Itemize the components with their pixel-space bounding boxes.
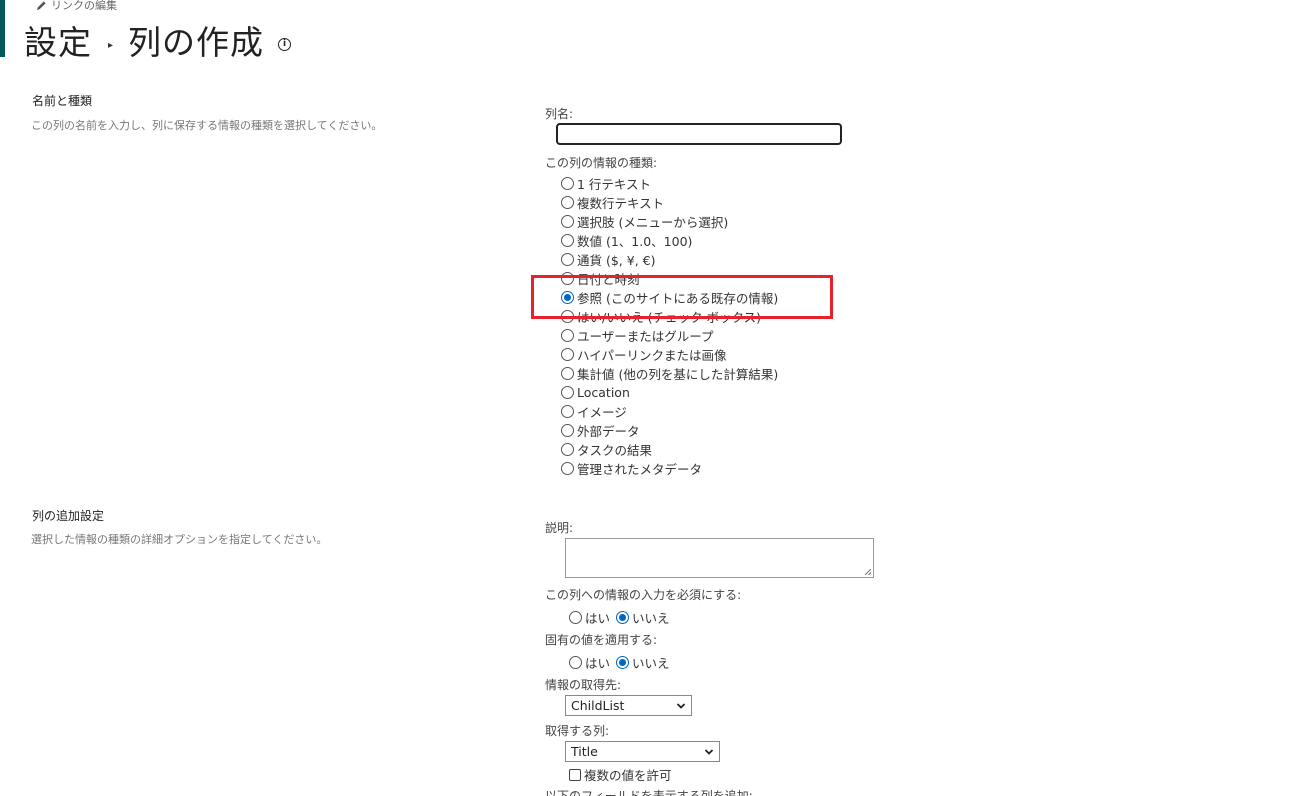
type-option-label: イメージ bbox=[577, 405, 627, 420]
radio-icon bbox=[561, 196, 574, 209]
type-option[interactable]: 1 行テキスト bbox=[561, 174, 778, 193]
type-option[interactable]: Location bbox=[561, 383, 778, 402]
unique-yes-label: はい bbox=[585, 656, 611, 671]
required-label: この列への情報の入力を必須にする: bbox=[545, 588, 742, 602]
required-radio-group: はい いいえ bbox=[569, 608, 676, 627]
info-icon[interactable]: i bbox=[278, 37, 292, 51]
type-option-label: 複数行テキスト bbox=[577, 196, 665, 211]
radio-icon bbox=[561, 215, 574, 228]
chevron-down-icon bbox=[704, 748, 714, 755]
type-option[interactable]: 管理されたメタデータ bbox=[561, 459, 778, 478]
unique-no-radio[interactable]: いいえ bbox=[616, 653, 670, 672]
radio-icon bbox=[561, 310, 574, 323]
edit-links-button[interactable]: リンクの編集 bbox=[36, 0, 117, 13]
description-label: 説明: bbox=[545, 521, 574, 535]
type-option[interactable]: 日付と時刻 bbox=[561, 269, 778, 288]
description-textarea[interactable] bbox=[565, 538, 874, 578]
radio-icon bbox=[569, 611, 582, 624]
column-select[interactable]: Title bbox=[565, 741, 720, 762]
unique-label: 固有の値を適用する: bbox=[545, 633, 658, 647]
type-option[interactable]: タスクの結果 bbox=[561, 440, 778, 459]
type-option[interactable]: ユーザーまたはグループ bbox=[561, 326, 778, 345]
source-select[interactable]: ChildList bbox=[565, 695, 692, 716]
page-title-text: 列の作成 bbox=[128, 23, 265, 62]
radio-icon bbox=[561, 329, 574, 342]
pencil-icon bbox=[36, 0, 46, 10]
type-option-label: タスクの結果 bbox=[577, 443, 653, 458]
unique-yes-radio[interactable]: はい bbox=[569, 653, 610, 672]
type-option-label: 外部データ bbox=[577, 424, 640, 439]
type-option-label: 選択肢 (メニューから選択) bbox=[577, 215, 729, 230]
radio-icon bbox=[561, 234, 574, 247]
radio-icon bbox=[569, 656, 582, 669]
type-option-label: 1 行テキスト bbox=[577, 177, 652, 192]
radio-icon bbox=[561, 348, 574, 361]
radio-selected-icon bbox=[616, 611, 630, 624]
column-select-value: Title bbox=[571, 744, 598, 759]
type-option-label: ハイパーリンクまたは画像 bbox=[577, 348, 727, 363]
source-label: 情報の取得先: bbox=[545, 678, 622, 692]
column-select-label: 取得する列: bbox=[545, 724, 610, 738]
radio-icon bbox=[561, 405, 574, 418]
type-option[interactable]: はい/いいえ (チェック ボックス) bbox=[561, 307, 778, 326]
column-name-input[interactable] bbox=[556, 123, 842, 145]
chevron-down-icon bbox=[676, 702, 686, 709]
allow-multiple-checkbox[interactable]: 複数の値を許可 bbox=[569, 765, 672, 784]
type-option[interactable]: 選択肢 (メニューから選択) bbox=[561, 212, 778, 231]
column-name-label: 列名: bbox=[545, 107, 574, 121]
radio-icon bbox=[561, 443, 574, 456]
breadcrumb-parent[interactable]: 設定 bbox=[24, 16, 92, 64]
type-option-label: はい/いいえ (チェック ボックス) bbox=[577, 310, 762, 325]
type-option[interactable]: ハイパーリンクまたは画像 bbox=[561, 345, 778, 364]
type-option[interactable]: 数値 (1、1.0、100) bbox=[561, 231, 778, 250]
add-fields-label: 以下のフィールドを表示する列を追加: bbox=[545, 789, 753, 796]
radio-icon bbox=[561, 272, 574, 285]
type-option-label: 通貨 ($, ¥, €) bbox=[577, 253, 656, 268]
allow-multiple-label: 複数の値を許可 bbox=[584, 768, 672, 783]
section-title-name-type: 名前と種類 bbox=[32, 94, 93, 108]
required-yes-label: はい bbox=[585, 611, 611, 626]
type-option-label: 集計値 (他の列を基にした計算結果) bbox=[577, 367, 779, 382]
radio-icon bbox=[561, 386, 574, 399]
radio-selected-icon bbox=[616, 656, 630, 669]
resize-grip-icon[interactable] bbox=[865, 569, 871, 575]
breadcrumb-separator-icon: ▸ bbox=[108, 39, 115, 51]
radio-icon bbox=[561, 462, 574, 475]
type-option-label: 日付と時刻 bbox=[577, 272, 640, 287]
unique-radio-group: はい いいえ bbox=[569, 653, 676, 672]
radio-icon bbox=[561, 367, 574, 380]
radio-selected-icon bbox=[561, 291, 574, 304]
accent-bar bbox=[0, 0, 5, 57]
type-option[interactable]: 集計値 (他の列を基にした計算結果) bbox=[561, 364, 778, 383]
source-select-value: ChildList bbox=[571, 698, 625, 713]
page-title: 設定 ▸ 列の作成 i bbox=[24, 16, 292, 64]
radio-icon bbox=[561, 177, 574, 190]
type-option[interactable]: 複数行テキスト bbox=[561, 193, 778, 212]
unique-no-label: いいえ bbox=[632, 656, 670, 671]
type-option[interactable]: イメージ bbox=[561, 402, 778, 421]
section-desc-name-type: この列の名前を入力し、列に保存する情報の種類を選択してください。 bbox=[31, 119, 383, 132]
type-option-label: 数値 (1、1.0、100) bbox=[577, 234, 693, 249]
type-option[interactable]: 参照 (このサイトにある既存の情報) bbox=[561, 288, 778, 307]
radio-icon bbox=[561, 253, 574, 266]
radio-icon bbox=[561, 424, 574, 437]
required-no-label: いいえ bbox=[632, 611, 670, 626]
edit-links-label: リンクの編集 bbox=[51, 0, 117, 12]
type-option[interactable]: 通貨 ($, ¥, €) bbox=[561, 250, 778, 269]
type-radio-group: 1 行テキスト 複数行テキスト選択肢 (メニューから選択) 数値 (1、1.0、10… bbox=[561, 174, 778, 478]
type-label: この列の情報の種類: bbox=[545, 156, 658, 170]
type-option-label: ユーザーまたはグループ bbox=[577, 329, 714, 344]
type-option-label: Location bbox=[577, 385, 630, 400]
checkbox-icon bbox=[569, 768, 581, 781]
required-no-radio[interactable]: いいえ bbox=[616, 608, 670, 627]
section-desc-additional: 選択した情報の種類の詳細オプションを指定してください。 bbox=[31, 533, 328, 546]
type-option-label: 管理されたメタデータ bbox=[577, 462, 703, 477]
section-title-additional: 列の追加設定 bbox=[32, 509, 105, 523]
type-option-label: 参照 (このサイトにある既存の情報) bbox=[577, 291, 779, 306]
required-yes-radio[interactable]: はい bbox=[569, 608, 610, 627]
type-option[interactable]: 外部データ bbox=[561, 421, 778, 440]
